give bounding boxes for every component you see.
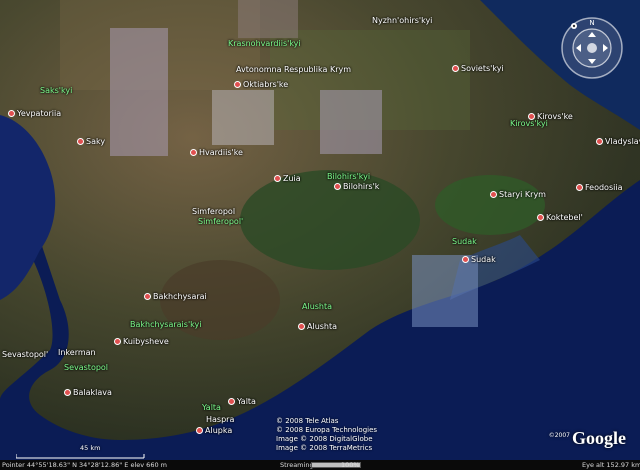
place-label[interactable]: Soviets'kyi xyxy=(452,64,504,73)
place-label[interactable]: Oktiabrs'ke xyxy=(234,80,288,89)
place-label[interactable]: Bakhchysarai xyxy=(144,292,207,301)
google-logo: ©2007 Google xyxy=(549,428,626,449)
place-label[interactable]: Alupka xyxy=(196,426,232,435)
credit-line: © 2008 Europa Technologies xyxy=(276,426,378,434)
place-label[interactable]: Bilohirs'k xyxy=(334,182,379,191)
pointer-coordinates: Pointer 44°55'18.63" N 34°28'12.86" E el… xyxy=(2,461,167,469)
region-label: Bilohirs'kyi xyxy=(327,172,371,181)
region-label: Sudak xyxy=(452,237,477,246)
place-label[interactable]: Kuibysheve xyxy=(114,337,169,346)
region-label: Alushta xyxy=(302,302,333,311)
place-label[interactable]: Hvardiis'ke xyxy=(190,148,243,157)
place-label[interactable]: Vladyslavivka xyxy=(596,137,640,146)
svg-text:N: N xyxy=(589,19,594,27)
imagery-tile xyxy=(110,28,168,156)
region-label: Yalta xyxy=(202,403,221,412)
streaming-label: Streaming xyxy=(280,461,314,469)
region-label: Saks'kyi xyxy=(40,86,73,95)
imagery-credits: © 2008 Tele Atlas © 2008 Europa Technolo… xyxy=(276,417,377,453)
region-label: Bakhchysarais'kyi xyxy=(130,320,202,329)
region-label: Simferopol' xyxy=(198,217,244,226)
place-label[interactable]: Koktebel' xyxy=(537,213,583,222)
place-label[interactable]: Saky xyxy=(77,137,105,146)
satellite-map[interactable]: Nyzhn'ohirs'kyi Krasnohvardiis'kyi Avton… xyxy=(0,0,640,460)
region-label: Avtonomna Respublika Krym xyxy=(236,65,352,74)
imagery-tile xyxy=(412,255,478,327)
imagery-tile xyxy=(320,90,382,154)
place-label[interactable]: Feodosiia xyxy=(576,183,622,192)
place-label[interactable]: Balaklava xyxy=(64,388,112,397)
credit-line: Image © 2008 DigitalGlobe xyxy=(276,435,373,443)
place-label[interactable]: Zuia xyxy=(274,174,301,183)
region-label: Sevastopol xyxy=(64,363,109,372)
place-label[interactable]: Sevastopol' xyxy=(2,350,48,359)
imagery-tile xyxy=(212,90,274,145)
eye-altitude: Eye alt 152.97 km xyxy=(582,461,640,469)
compass-north-icon[interactable]: N xyxy=(589,19,594,27)
scale-label: 45 km xyxy=(80,444,101,452)
scale-line xyxy=(16,454,145,459)
credit-line: Image © 2008 TerraMetrics xyxy=(276,444,373,452)
navigation-control[interactable]: N xyxy=(560,16,624,80)
place-label[interactable]: Inkerman xyxy=(58,348,96,357)
brand-logo-text: Google xyxy=(572,428,626,448)
place-label[interactable]: Yevpatoriia xyxy=(8,109,61,118)
status-bar: Pointer 44°55'18.63" N 34°28'12.86" E el… xyxy=(0,460,640,470)
credit-line: © 2008 Tele Atlas xyxy=(276,417,339,425)
place-label[interactable]: Staryi Krym xyxy=(490,190,546,199)
place-label[interactable]: Sudak xyxy=(462,255,496,264)
hand-icon[interactable] xyxy=(587,43,597,53)
brand-copyright: ©2007 xyxy=(548,432,570,439)
place-label[interactable]: Nyzhn'ohirs'kyi xyxy=(372,16,432,25)
place-label[interactable]: Haspra xyxy=(206,415,234,424)
streaming-percent: 100% xyxy=(341,461,360,469)
imagery-tile xyxy=(238,0,298,38)
region-label: Krasnohvardiis'kyi xyxy=(228,39,301,48)
place-label[interactable]: Simferopol xyxy=(192,207,235,216)
place-label[interactable]: Yalta xyxy=(228,397,256,406)
place-label[interactable]: Alushta xyxy=(298,322,337,331)
look-eye-icon[interactable] xyxy=(571,23,577,29)
place-label[interactable]: Kirovs'ke xyxy=(528,112,573,121)
